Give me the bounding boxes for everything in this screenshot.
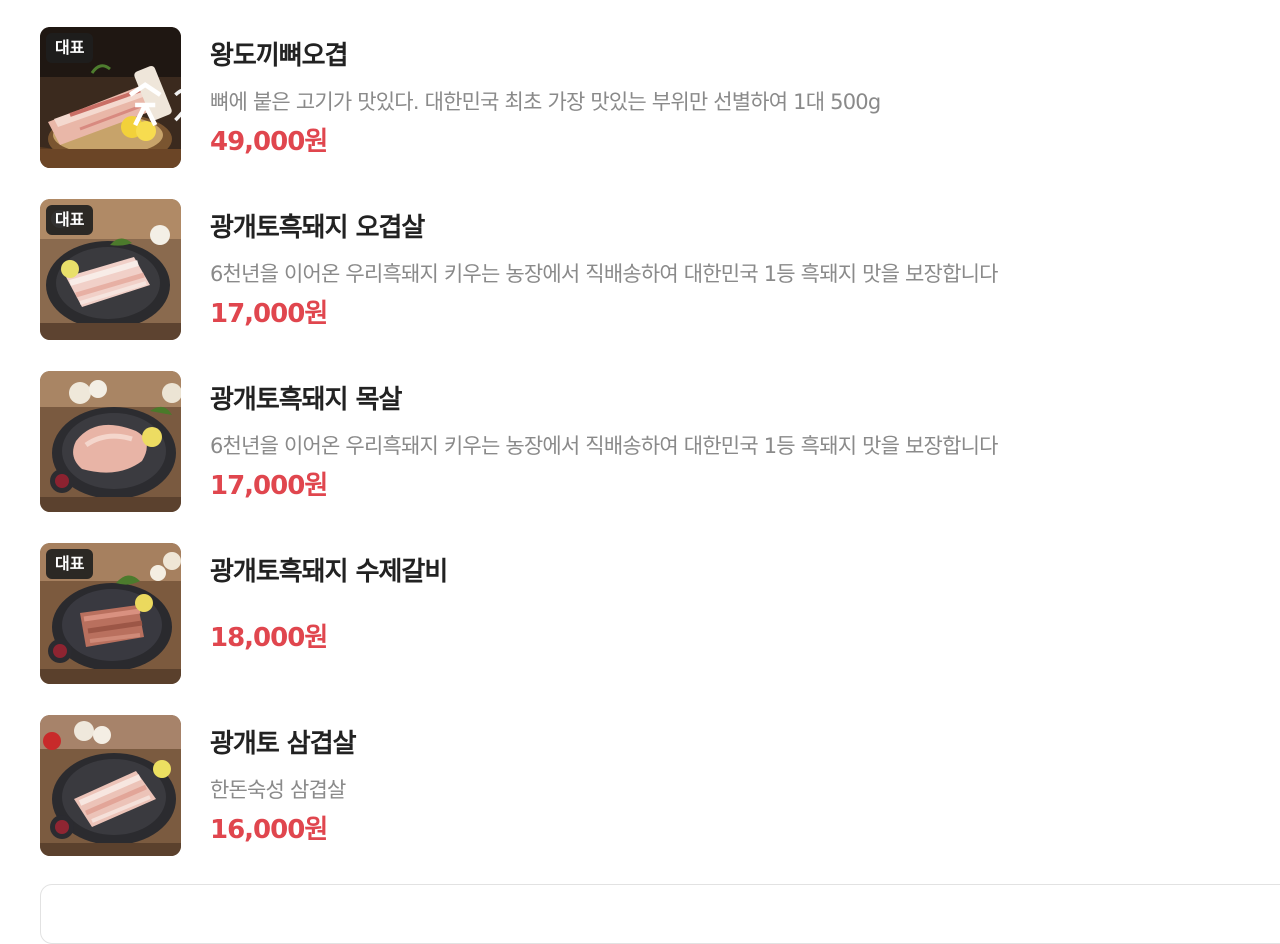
menu-item-name: 광개토흑돼지 목살 — [210, 385, 402, 415]
menu-item-description: 한돈숙성 삼겹살 — [210, 778, 346, 802]
menu-item-description: 뼈에 붙은 고기가 맛있다. 대한민국 최초 가장 맛있는 부위만 선별하여 1… — [210, 90, 881, 114]
menu-item-image: 대표 — [40, 543, 181, 684]
menu-item-price: 17,000원 — [210, 471, 328, 501]
menu-item-price: 18,000원 — [210, 623, 328, 653]
menu-item-wang-dokki-ppyeo-ogyeop[interactable]: 대표 왕도끼뼈오겹 뼈에 붙은 고기가 맛있다. 대한민국 최초 가장 맛있는 … — [40, 27, 1260, 169]
menu-item-image — [40, 715, 181, 856]
menu-item-image — [40, 371, 181, 512]
menu-item-moksal[interactable]: 광개토흑돼지 목살 6천년을 이어온 우리흑돼지 키우는 농장에서 직배송하여 … — [40, 371, 1260, 513]
menu-item-name: 광개토흑돼지 수제갈비 — [210, 557, 448, 587]
menu-item-name: 광개토흑돼지 오겹살 — [210, 213, 425, 243]
representative-badge: 대표 — [46, 549, 94, 579]
menu-item-image: 대표 — [40, 27, 181, 168]
menu-item-image: 대표 — [40, 199, 181, 340]
representative-badge: 대표 — [46, 205, 94, 235]
menu-item-description: 6천년을 이어온 우리흑돼지 키우는 농장에서 직배송하여 대한민국 1등 흑돼… — [210, 434, 998, 458]
menu-item-price: 49,000원 — [210, 127, 328, 157]
menu-item-price: 17,000원 — [210, 299, 328, 329]
brand-logo — [120, 37, 181, 127]
menu-item-price: 16,000원 — [210, 815, 328, 845]
representative-badge: 대표 — [46, 33, 94, 63]
bottom-card — [40, 884, 1280, 944]
menu-item-ogyeopsal[interactable]: 대표 광개토흑돼지 오겹살 6천년을 이어온 우리흑돼지 키우는 농장에서 직배… — [40, 199, 1260, 341]
menu-item-name: 왕도끼뼈오겹 — [210, 41, 349, 71]
menu-item-sujegalbi[interactable]: 대표 광개토흑돼지 수제갈비 18,000원 — [40, 543, 1260, 685]
menu-item-name: 광개토 삼겹살 — [210, 729, 357, 759]
menu-item-samgyeopsal[interactable]: 광개토 삼겹살 한돈숙성 삼겹살 16,000원 — [40, 715, 1260, 857]
menu-item-description: 6천년을 이어온 우리흑돼지 키우는 농장에서 직배송하여 대한민국 1등 흑돼… — [210, 262, 998, 286]
